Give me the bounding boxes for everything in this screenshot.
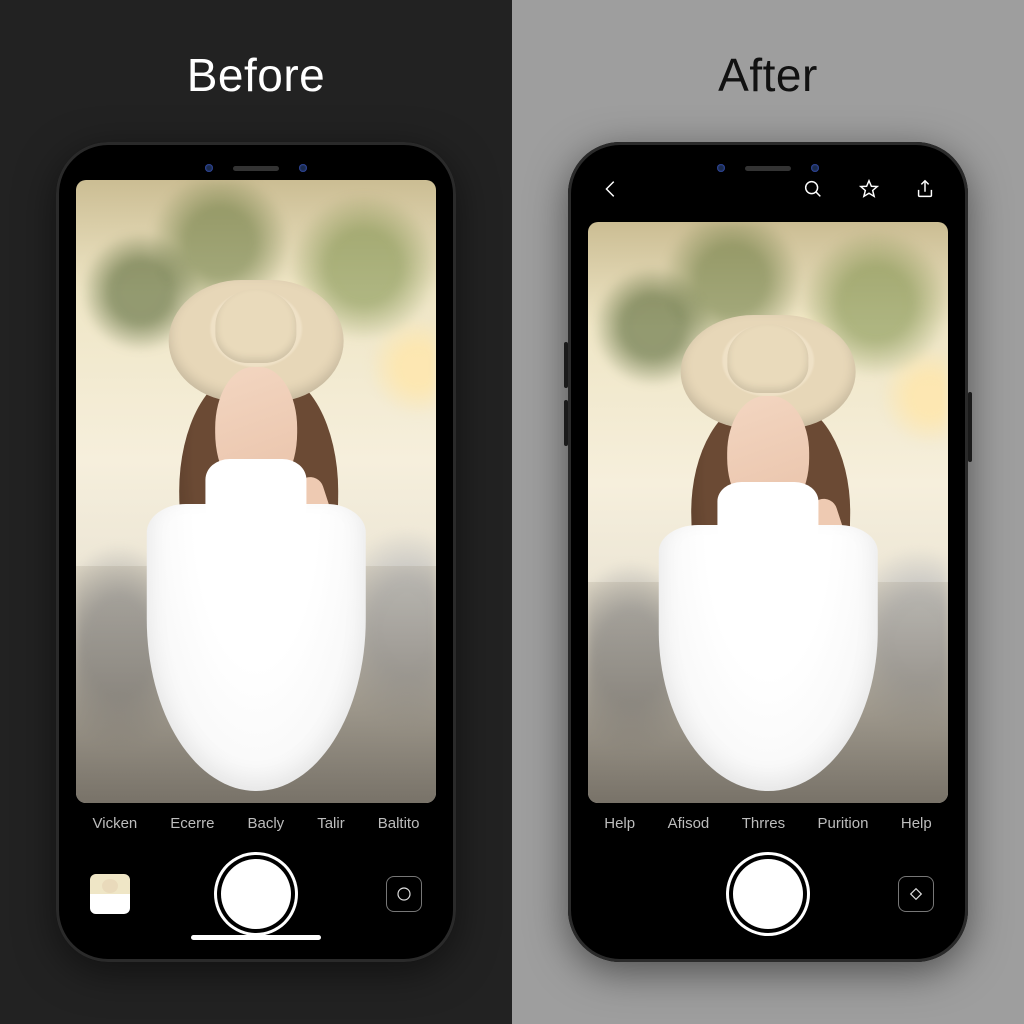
- mode-option[interactable]: Talir: [313, 813, 349, 834]
- back-button[interactable]: [600, 178, 622, 200]
- front-camera-icon: [717, 164, 725, 172]
- sensor-icon: [299, 164, 307, 172]
- volume-down-button: [52, 400, 56, 446]
- camera-viewport[interactable]: [70, 170, 442, 803]
- tool-option[interactable]: Purition: [814, 813, 873, 834]
- after-panel: After: [512, 0, 1024, 1024]
- power-button: [456, 392, 460, 462]
- rotate-icon: [907, 885, 925, 903]
- mode-option[interactable]: Ecerre: [166, 813, 218, 834]
- editor-viewport[interactable]: [582, 212, 954, 803]
- volume-up-button: [52, 342, 56, 388]
- camera-mode-strip[interactable]: Vicken Ecerre Bacly Talir Baltito: [70, 803, 442, 840]
- mode-option[interactable]: Baltito: [374, 813, 424, 834]
- before-after-comparison: Before: [0, 0, 1024, 1024]
- share-icon: [914, 178, 936, 200]
- camera-switch-icon: [395, 885, 413, 903]
- speaker-grille: [745, 166, 791, 171]
- gallery-thumbnail-button[interactable]: [90, 874, 130, 914]
- speaker-grille: [233, 166, 279, 171]
- camera-switch-button[interactable]: [386, 876, 422, 912]
- home-indicator[interactable]: [191, 935, 321, 940]
- front-camera-icon: [205, 164, 213, 172]
- share-button[interactable]: [914, 178, 936, 200]
- shutter-button[interactable]: [221, 859, 291, 929]
- phone-mockup-after: Help Afisod Thrres Purition Help: [568, 142, 968, 962]
- phone-screen-before: Vicken Ecerre Bacly Talir Baltito: [70, 156, 442, 948]
- favorite-button[interactable]: [858, 178, 880, 200]
- before-heading: Before: [187, 48, 326, 102]
- power-button: [968, 392, 972, 462]
- phone-mockup-before: Vicken Ecerre Bacly Talir Baltito: [56, 142, 456, 962]
- search-icon: [802, 178, 824, 200]
- photo-preview: [588, 222, 948, 803]
- tool-option[interactable]: Help: [600, 813, 639, 834]
- volume-up-button: [564, 342, 568, 388]
- tool-option[interactable]: Help: [897, 813, 936, 834]
- before-panel: Before: [0, 0, 512, 1024]
- mode-option[interactable]: Bacly: [243, 813, 288, 834]
- sensor-icon: [811, 164, 819, 172]
- editor-controls: [582, 840, 954, 948]
- volume-down-button: [564, 400, 568, 446]
- tool-option[interactable]: Thrres: [738, 813, 789, 834]
- mode-option[interactable]: Vicken: [89, 813, 142, 834]
- back-chevron-icon: [600, 178, 622, 200]
- photo-preview: [76, 180, 436, 803]
- notch: [176, 156, 336, 180]
- search-button[interactable]: [802, 178, 824, 200]
- phone-screen-after: Help Afisod Thrres Purition Help: [582, 156, 954, 948]
- camera-controls: [70, 840, 442, 948]
- after-heading: After: [718, 48, 818, 102]
- notch: [688, 156, 848, 180]
- tool-option[interactable]: Afisod: [664, 813, 714, 834]
- editor-tool-strip[interactable]: Help Afisod Thrres Purition Help: [582, 803, 954, 840]
- thumbnail-image: [90, 874, 130, 914]
- star-icon: [858, 178, 880, 200]
- shutter-button[interactable]: [733, 859, 803, 929]
- camera-switch-button[interactable]: [898, 876, 934, 912]
